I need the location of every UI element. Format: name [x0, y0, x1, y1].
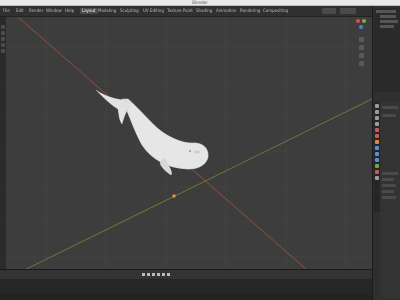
tool-tab-icon[interactable]: [375, 104, 379, 108]
camera-icon[interactable]: [359, 53, 364, 58]
object-tab-icon[interactable]: [375, 140, 379, 144]
world-tab-icon[interactable]: [375, 134, 379, 138]
outliner-row[interactable]: [380, 25, 394, 28]
axis-y-icon[interactable]: [362, 19, 366, 23]
cursor-tool-icon[interactable]: [1, 31, 5, 35]
tab-animation[interactable]: Animation: [216, 8, 236, 14]
viewport-grid: [6, 17, 372, 269]
property-row[interactable]: [382, 184, 396, 187]
y-axis-line: [25, 98, 372, 269]
menu-render[interactable]: Render: [29, 8, 43, 14]
properties-content: [380, 102, 400, 298]
tab-modeling[interactable]: Modeling: [98, 8, 116, 14]
tab-compositing[interactable]: Compositing: [263, 8, 288, 14]
3d-viewport[interactable]: [6, 17, 372, 269]
render-tab-icon[interactable]: [375, 110, 379, 114]
timeline-header: [0, 270, 372, 279]
outliner-row[interactable]: [380, 15, 396, 18]
property-row[interactable]: [382, 190, 394, 193]
tab-shading[interactable]: Shading: [196, 8, 212, 14]
top-menubar: File Edit Render Window Help Layout Mode…: [0, 6, 400, 17]
step-forward-icon[interactable]: [162, 273, 165, 276]
tab-sculpting[interactable]: Sculpting: [120, 8, 139, 14]
menu-window[interactable]: Window: [46, 8, 62, 14]
material-tab-icon[interactable]: [375, 170, 379, 174]
scene-selector[interactable]: [322, 8, 336, 14]
move-tool-icon[interactable]: [1, 37, 5, 41]
outliner-row[interactable]: [380, 20, 398, 23]
jump-start-icon[interactable]: [142, 273, 145, 276]
rotate-tool-icon[interactable]: [1, 43, 5, 47]
property-row[interactable]: [382, 106, 398, 109]
menu-edit[interactable]: Edit: [16, 8, 24, 14]
view-layer-tab-icon[interactable]: [375, 122, 379, 126]
outliner-row[interactable]: [376, 10, 396, 13]
grid-icon[interactable]: [359, 61, 364, 66]
whale-model[interactable]: [95, 89, 209, 176]
jump-end-icon[interactable]: [167, 273, 170, 276]
property-row[interactable]: [382, 114, 396, 117]
menu-file[interactable]: File: [3, 8, 10, 14]
view-layer-selector[interactable]: [340, 8, 356, 14]
scene-tab-icon[interactable]: [375, 128, 379, 132]
modifier-tab-icon[interactable]: [375, 146, 379, 150]
zoom-icon[interactable]: [359, 37, 364, 42]
play-icon[interactable]: [157, 273, 160, 276]
tab-uv-editing[interactable]: UV Editing: [143, 8, 164, 14]
property-row[interactable]: [382, 178, 394, 181]
particles-tab-icon[interactable]: [375, 152, 379, 156]
property-row[interactable]: [382, 172, 398, 175]
tab-layout[interactable]: Layout: [80, 8, 98, 14]
output-tab-icon[interactable]: [375, 116, 379, 120]
menu-help[interactable]: Help: [65, 8, 74, 14]
property-row[interactable]: [382, 196, 396, 199]
axis-x-icon[interactable]: [356, 19, 360, 23]
tab-rendering[interactable]: Rendering: [240, 8, 260, 14]
origin-point: [172, 194, 176, 198]
status-bar: [0, 294, 372, 300]
axis-z-icon[interactable]: [359, 25, 363, 29]
hand-pan-icon[interactable]: [359, 45, 364, 50]
outliner-panel: [374, 8, 400, 92]
scale-tool-icon[interactable]: [1, 49, 5, 53]
tab-texture-paint[interactable]: Texture Paint: [167, 8, 193, 14]
physics-tab-icon[interactable]: [375, 158, 379, 162]
step-back-icon[interactable]: [147, 273, 150, 276]
data-tab-icon[interactable]: [375, 164, 379, 168]
texture-tab-icon[interactable]: [375, 176, 379, 180]
timeline-track[interactable]: [0, 279, 372, 295]
play-reverse-icon[interactable]: [152, 273, 155, 276]
select-tool-icon[interactable]: [1, 25, 5, 29]
navigation-gizmo[interactable]: [352, 17, 372, 69]
